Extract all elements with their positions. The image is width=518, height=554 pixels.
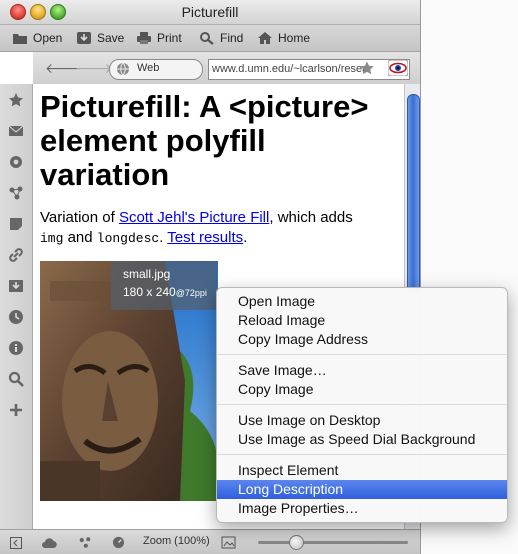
image-toggle-icon[interactable] — [221, 535, 236, 550]
bookmark-star-icon[interactable] — [360, 61, 374, 75]
menu-item-copy-image[interactable]: Copy Image — [217, 380, 507, 399]
cloud-sync-icon[interactable] — [41, 536, 57, 549]
menu-item-reload-image[interactable]: Reload Image — [217, 311, 507, 330]
image-info-tooltip: small.jpg 180 x 240@72ppi — [111, 261, 217, 310]
menu-item-label: Image Properties… — [238, 500, 359, 516]
web-mode-label: Web — [137, 62, 160, 74]
toggle-panel-icon[interactable] — [10, 537, 22, 549]
open-button[interactable]: Open — [12, 28, 62, 48]
menu-separator — [217, 404, 507, 405]
find-button[interactable]: Find — [199, 28, 243, 48]
menu-item-use-image-on-desktop[interactable]: Use Image on Desktop — [217, 411, 507, 430]
image-filename: small.jpg — [123, 267, 171, 281]
image-context-menu: Open Image Reload Image Copy Image Addre… — [216, 287, 508, 523]
menu-item-label: Long Description — [238, 481, 344, 497]
main-toolbar: Open Save Print Find Home — [0, 25, 420, 52]
intro-paragraph: Variation of Scott Jehl's Picture Fill, … — [40, 208, 400, 249]
image-size: 180 x 240 — [123, 285, 176, 299]
globe-icon — [117, 62, 129, 76]
image-dimensions: 180 x 240@72ppi — [123, 285, 207, 299]
menu-item-image-properties[interactable]: Image Properties… — [217, 499, 507, 518]
intro-text: Variation of — [40, 209, 119, 226]
add-panel-icon[interactable] — [8, 402, 24, 418]
menu-item-long-description[interactable]: Long Description — [217, 480, 507, 499]
downloads-icon[interactable] — [8, 278, 24, 294]
url-field[interactable]: www.d.umn.edu/~lcarlson/resea — [208, 59, 410, 80]
print-button[interactable]: Print — [136, 28, 182, 48]
home-label: Home — [278, 31, 311, 45]
eye-extension-icon[interactable] — [388, 60, 408, 76]
menu-item-label: Open Image — [238, 293, 316, 309]
mail-icon[interactable] — [8, 123, 24, 139]
zoom-slider-knob[interactable] — [289, 535, 304, 550]
home-button[interactable]: Home — [257, 28, 310, 48]
menu-separator — [217, 354, 507, 355]
menu-item-open-image[interactable]: Open Image — [217, 292, 507, 311]
save-button[interactable]: Save — [76, 28, 124, 48]
picture-fill-link[interactable]: Scott Jehl's Picture Fill — [119, 209, 269, 226]
unite-status-icon[interactable] — [78, 536, 92, 549]
menu-item-label: Save Image… — [238, 362, 327, 378]
menu-separator — [217, 454, 507, 455]
image-ppi: @72ppi — [175, 288, 207, 298]
zoom-label[interactable]: Zoom (100%) — [143, 535, 210, 547]
code-longdesc: longdesc — [96, 231, 160, 246]
settings-gear-icon[interactable] — [8, 154, 24, 170]
save-download-icon — [77, 32, 91, 44]
menu-item-save-image[interactable]: Save Image… — [217, 361, 507, 380]
url-text: www.d.umn.edu/~lcarlson/resea — [212, 63, 369, 75]
title-bar: Picturefill — [0, 0, 420, 25]
menu-item-copy-image-address[interactable]: Copy Image Address — [217, 330, 507, 349]
menu-item-label: Use Image on Desktop — [238, 412, 381, 428]
window-title: Picturefill — [181, 4, 239, 20]
print-label: Print — [157, 31, 182, 45]
address-bar: 🡐 🡒 Web www.d.umn.edu/~lcarlson/resea — [33, 52, 420, 85]
menu-item-label: Copy Image Address — [238, 331, 368, 347]
history-clock-icon[interactable] — [8, 309, 24, 325]
menu-item-label: Inspect Element — [238, 462, 339, 478]
open-label: Open — [33, 31, 63, 45]
intro-text: and — [63, 229, 97, 246]
status-bar: Zoom (100%) — [0, 529, 420, 554]
notes-icon[interactable] — [8, 216, 24, 232]
folder-icon — [13, 34, 27, 44]
scroll-thumb[interactable] — [407, 94, 420, 292]
menu-item-label: Copy Image — [238, 381, 314, 397]
unite-icon[interactable] — [8, 185, 24, 201]
intro-text: . — [243, 229, 248, 246]
speed-gauge-icon[interactable] — [112, 536, 125, 549]
magnifier-icon — [200, 32, 214, 45]
menu-item-label: Use Image as Speed Dial Background — [238, 431, 476, 447]
menu-item-inspect-element[interactable]: Inspect Element — [217, 461, 507, 480]
menu-item-label: Reload Image — [238, 312, 326, 328]
find-label: Find — [220, 31, 244, 45]
intro-text: , which adds — [269, 209, 353, 226]
search-icon[interactable] — [8, 371, 24, 387]
web-mode-button[interactable]: Web — [109, 59, 203, 80]
forward-arrow-icon[interactable]: 🡒 — [75, 60, 113, 77]
test-results-link[interactable]: Test results — [167, 229, 243, 246]
code-img: img — [40, 231, 64, 246]
bookmarks-star-icon[interactable] — [8, 92, 24, 108]
panel-sidebar — [0, 84, 33, 529]
links-icon[interactable] — [8, 247, 24, 263]
menu-item-speed-dial-background[interactable]: Use Image as Speed Dial Background — [217, 430, 507, 449]
zoom-slider-track[interactable] — [258, 541, 408, 544]
save-label: Save — [97, 31, 125, 45]
info-icon[interactable] — [8, 340, 24, 356]
house-icon — [258, 32, 272, 44]
printer-icon — [137, 32, 151, 44]
page-heading: Picturefill: A <picture> element polyfil… — [40, 89, 369, 192]
